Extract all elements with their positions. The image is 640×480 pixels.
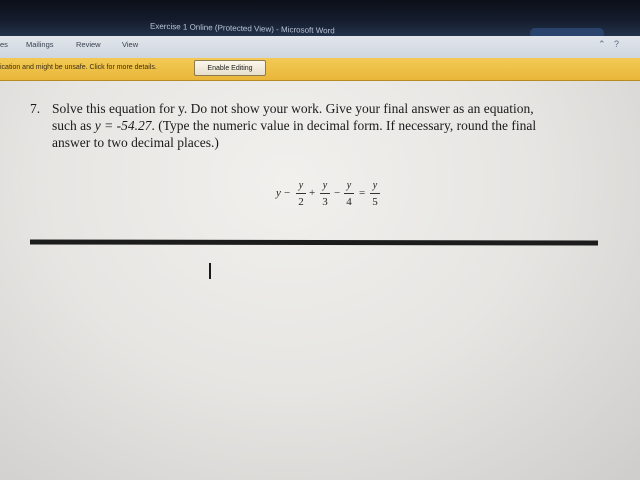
fraction-denominator: 4: [346, 196, 352, 208]
fraction-denominator: 3: [322, 196, 328, 208]
question-line-1: Solve this equation for y. Do not show y…: [52, 101, 534, 116]
answer-separator-line: [29, 239, 599, 246]
equation-operator-minus: −: [284, 187, 291, 199]
equation-operator-plus: +: [309, 187, 316, 199]
help-icon[interactable]: ?: [614, 39, 619, 49]
fraction-numerator: y: [372, 180, 378, 191]
protected-view-message-bar: ication and might be unsafe. Click for m…: [0, 58, 640, 81]
equation-operator-minus: −: [334, 187, 341, 199]
fraction-numerator: y: [298, 180, 304, 191]
enable-editing-button[interactable]: Enable Editing: [194, 60, 266, 76]
question-line-2-prefix: such as: [52, 118, 95, 133]
question-line-2: such as y = -54.27. (Type the numeric va…: [52, 117, 608, 134]
fraction-bar: [344, 193, 354, 194]
ribbon-tab-bar: es Mailings Review View ⌃ ?: [0, 36, 640, 59]
fraction-numerator: y: [322, 180, 328, 191]
fraction-bar: [296, 193, 306, 194]
example-answer: y = -54.27: [94, 118, 152, 133]
fraction-numerator: y: [346, 180, 352, 191]
fraction-denominator: 5: [372, 196, 378, 208]
question-line-2-suffix: . (Type the numeric value in decimal for…: [151, 118, 537, 133]
question-text: Solve this equation for y. Do not show y…: [52, 100, 608, 151]
tab-review[interactable]: Review: [76, 40, 101, 49]
equation-lead-variable: y: [276, 187, 281, 199]
equation-equals: =: [359, 187, 366, 199]
text-cursor[interactable]: [209, 263, 211, 279]
tab-mailings[interactable]: Mailings: [26, 40, 54, 49]
question-line-3: answer to two decimal places.): [52, 135, 219, 150]
question-number: 7.: [30, 101, 41, 116]
fraction-bar: [320, 193, 330, 194]
protected-view-message: ication and might be unsafe. Click for m…: [0, 64, 157, 71]
tab-references[interactable]: es: [0, 40, 8, 49]
fraction-bar: [370, 193, 380, 194]
minimize-ribbon-icon[interactable]: ⌃: [598, 39, 606, 50]
fraction-denominator: 2: [298, 196, 304, 208]
window-title-bar: Exercise 1 Online (Protected View) - Mic…: [0, 0, 640, 38]
tab-view[interactable]: View: [122, 40, 138, 49]
